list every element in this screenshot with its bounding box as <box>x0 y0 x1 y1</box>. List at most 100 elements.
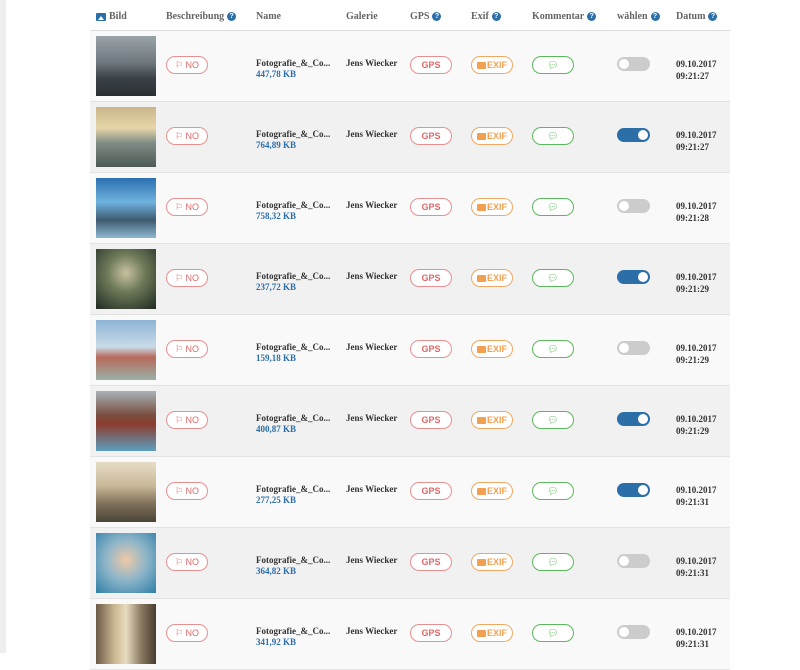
select-toggle[interactable] <box>617 341 650 355</box>
exif-button[interactable]: EXIF <box>471 411 513 429</box>
gps-button[interactable]: GPS <box>410 553 452 571</box>
gps-button[interactable]: GPS <box>410 482 452 500</box>
col-gps[interactable]: GPS ? <box>410 11 442 22</box>
description-no-button[interactable]: ⚐ NO <box>166 269 208 287</box>
gps-button[interactable]: GPS <box>410 340 452 358</box>
col-bild[interactable]: Bild <box>96 11 127 22</box>
date-time: 09.10.2017 09:21:31 <box>676 484 717 508</box>
exif-button[interactable]: EXIF <box>471 127 513 145</box>
thumbnail-image[interactable] <box>96 36 156 96</box>
time: 09:21:31 <box>676 639 709 649</box>
file-size: 341,92 KB <box>256 637 297 647</box>
table-row: ⚐ NO Fotografie_&_Co... 341,92 KB Jens W… <box>90 599 730 670</box>
description-no-button[interactable]: ⚐ NO <box>166 56 208 74</box>
date: 09.10.2017 <box>676 272 717 282</box>
question-circle-icon[interactable]: ? <box>491 12 501 21</box>
gps-button[interactable]: GPS <box>410 127 452 145</box>
description-no-button[interactable]: ⚐ NO <box>166 482 208 500</box>
col-galerie[interactable]: Galerie <box>346 11 378 22</box>
question-circle-icon[interactable]: ? <box>650 12 660 21</box>
thumbnail-image[interactable] <box>96 391 156 451</box>
description-no-button[interactable]: ⚐ NO <box>166 553 208 571</box>
thumbnail-image[interactable] <box>96 107 156 167</box>
select-toggle[interactable] <box>617 199 650 213</box>
comment-button[interactable]: 💬︎ <box>532 553 574 571</box>
flag-icon: ⚐ <box>174 486 184 496</box>
exif-button[interactable]: EXIF <box>471 198 513 216</box>
select-toggle[interactable] <box>617 128 650 142</box>
description-no-button[interactable]: ⚐ NO <box>166 624 208 642</box>
date: 09.10.2017 <box>676 414 717 424</box>
thumbnail-image[interactable] <box>96 249 156 309</box>
no-label: NO <box>185 60 200 70</box>
select-toggle[interactable] <box>617 412 650 426</box>
comment-button[interactable]: 💬︎ <box>532 127 574 145</box>
date-time: 09.10.2017 09:21:29 <box>676 413 717 437</box>
no-label: NO <box>185 486 200 496</box>
col-waehlen[interactable]: wählen ? <box>617 11 660 22</box>
flag-icon: ⚐ <box>174 60 184 70</box>
table-body: ⚐ NO Fotografie_&_Co... 447,78 KB Jens W… <box>90 31 730 670</box>
exif-button[interactable]: EXIF <box>471 56 513 74</box>
col-exif[interactable]: Exif ? <box>471 11 501 22</box>
gallery-name: Jens Wiecker <box>346 58 398 68</box>
file-size: 758,32 KB <box>256 211 297 221</box>
question-circle-icon[interactable]: ? <box>432 12 442 21</box>
exif-button[interactable]: EXIF <box>471 553 513 571</box>
question-circle-icon[interactable]: ? <box>587 12 597 21</box>
exif-button[interactable]: EXIF <box>471 482 513 500</box>
description-no-button[interactable]: ⚐ NO <box>166 127 208 145</box>
exif-label: EXIF <box>486 628 507 638</box>
description-no-button[interactable]: ⚐ NO <box>166 411 208 429</box>
exif-button[interactable]: EXIF <box>471 269 513 287</box>
comment-button[interactable]: 💬︎ <box>532 624 574 642</box>
toggle-knob <box>619 343 629 353</box>
gps-button[interactable]: GPS <box>410 269 452 287</box>
comment-button[interactable]: 💬︎ <box>532 482 574 500</box>
date-time: 09.10.2017 09:21:27 <box>676 58 717 82</box>
col-name[interactable]: Name <box>256 11 281 22</box>
exif-button[interactable]: EXIF <box>471 340 513 358</box>
file-name: Fotografie_&_Co... <box>256 413 331 423</box>
col-beschreibung[interactable]: Beschreibung ? <box>166 11 237 22</box>
select-toggle[interactable] <box>617 57 650 71</box>
col-datum[interactable]: Datum ? <box>676 11 718 22</box>
gps-button[interactable]: GPS <box>410 411 452 429</box>
comment-button[interactable]: 💬︎ <box>532 56 574 74</box>
date-time: 09.10.2017 09:21:31 <box>676 555 717 579</box>
description-no-button[interactable]: ⚐ NO <box>166 340 208 358</box>
select-toggle[interactable] <box>617 483 650 497</box>
camera-icon <box>476 204 486 211</box>
thumbnail-image[interactable] <box>96 178 156 238</box>
comment-button[interactable]: 💬︎ <box>532 411 574 429</box>
comment-button[interactable]: 💬︎ <box>532 340 574 358</box>
time: 09:21:29 <box>676 355 709 365</box>
select-toggle[interactable] <box>617 554 650 568</box>
comment-button[interactable]: 💬︎ <box>532 198 574 216</box>
question-circle-icon[interactable]: ? <box>708 12 718 21</box>
image-icon <box>96 12 106 21</box>
col-gps-label: GPS <box>410 11 430 22</box>
question-circle-icon[interactable]: ? <box>227 12 237 21</box>
thumbnail-image[interactable] <box>96 320 156 380</box>
exif-button[interactable]: EXIF <box>471 624 513 642</box>
gps-button[interactable]: GPS <box>410 56 452 74</box>
thumbnail-image[interactable] <box>96 604 156 664</box>
file-name: Fotografie_&_Co... <box>256 555 331 565</box>
comments-icon: 💬︎ <box>547 557 559 567</box>
file-name: Fotografie_&_Co... <box>256 200 331 210</box>
thumbnail-image[interactable] <box>96 462 156 522</box>
gps-button[interactable]: GPS <box>410 198 452 216</box>
flag-icon: ⚐ <box>174 273 184 283</box>
gps-button[interactable]: GPS <box>410 624 452 642</box>
date: 09.10.2017 <box>676 201 717 211</box>
select-toggle[interactable] <box>617 625 650 639</box>
gallery-name: Jens Wiecker <box>346 555 398 565</box>
description-no-button[interactable]: ⚐ NO <box>166 198 208 216</box>
thumbnail-image[interactable] <box>96 533 156 593</box>
comment-button[interactable]: 💬︎ <box>532 269 574 287</box>
select-toggle[interactable] <box>617 270 650 284</box>
image-table: Bild Beschreibung ? Name Galerie GPS ? E… <box>90 0 730 670</box>
col-kommentar[interactable]: Kommentar ? <box>532 11 597 22</box>
comments-icon: 💬︎ <box>547 60 559 70</box>
